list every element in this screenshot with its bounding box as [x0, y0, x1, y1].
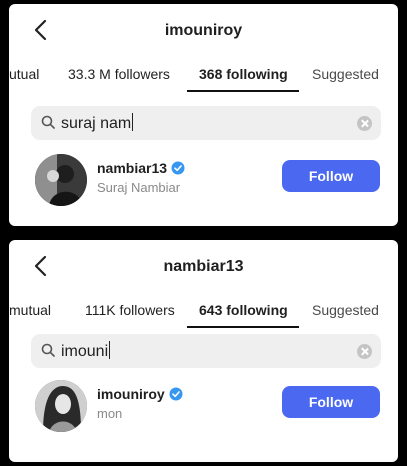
username: imouniroy	[97, 386, 165, 402]
full-name: mon	[97, 406, 123, 421]
active-tab-indicator	[187, 326, 299, 328]
active-tab-indicator	[187, 90, 299, 92]
full-name: Suraj Nambiar	[97, 180, 181, 195]
search-query: imouni	[61, 343, 109, 360]
text-caret	[109, 341, 111, 359]
clear-icon[interactable]	[357, 116, 372, 131]
search-input[interactable]: imouni	[31, 334, 381, 368]
header: nambiar13	[9, 240, 398, 292]
clear-icon[interactable]	[357, 344, 372, 359]
follow-button[interactable]: Follow	[282, 386, 380, 418]
tab-followers[interactable]: 111K followers	[85, 302, 175, 318]
username-line: nambiar13	[97, 160, 185, 178]
search-result-user[interactable]: imouniroy mon Follow	[9, 378, 398, 438]
username: nambiar13	[97, 160, 168, 176]
avatar	[35, 154, 87, 206]
tab-mutual[interactable]: mutual	[9, 302, 51, 318]
text-caret	[132, 113, 134, 131]
tab-bar: utual 33.3 M followers 368 following Sug…	[9, 56, 398, 96]
search-icon	[41, 343, 55, 362]
tab-suggested[interactable]: Suggested	[312, 302, 379, 318]
tab-followers[interactable]: 33.3 M followers	[68, 66, 170, 82]
verified-badge-icon	[169, 387, 183, 404]
tab-mutual[interactable]: utual	[9, 66, 39, 82]
search-result-user[interactable]: nambiar13 Suraj Nambiar Follow	[9, 152, 398, 212]
screenshot-panel-1: imouniroy utual 33.3 M followers 368 fol…	[9, 4, 398, 226]
page-title: imouniroy	[164, 22, 243, 39]
screenshot-panel-2: nambiar13 mutual 111K followers 643 foll…	[9, 240, 398, 462]
search-icon	[41, 115, 55, 134]
tab-following[interactable]: 368 following	[199, 66, 288, 82]
search-query: suraj nam	[61, 115, 132, 132]
header: imouniroy	[9, 4, 398, 56]
verified-badge-icon	[171, 161, 185, 178]
avatar	[35, 380, 87, 432]
page-title: nambiar13	[163, 258, 244, 275]
search-input[interactable]: suraj nam	[31, 106, 381, 140]
tab-suggested[interactable]: Suggested	[312, 66, 379, 82]
tab-following[interactable]: 643 following	[199, 302, 288, 318]
tab-bar: mutual 111K followers 643 following Sugg…	[9, 292, 398, 332]
username-line: imouniroy	[97, 386, 183, 404]
follow-button[interactable]: Follow	[282, 160, 380, 192]
